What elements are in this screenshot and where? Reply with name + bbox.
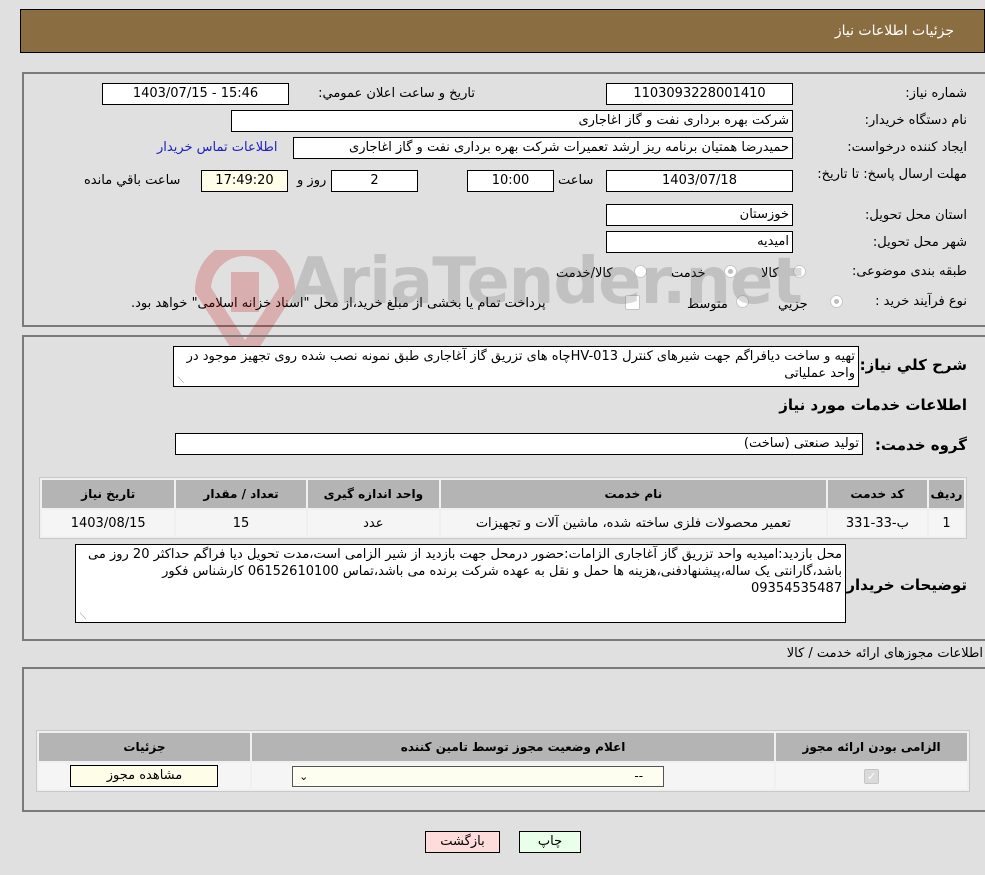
category-radio-service[interactable] [724,265,737,278]
need-number-label: شماره نياز: [905,86,967,101]
remaining-time-label: ساعت باقي مانده [84,173,181,188]
days-remaining-field: 2 [331,170,418,192]
permit-required-checkbox: ✓ [864,768,880,784]
need-number-field: 1103093228001410 [606,83,793,105]
cell-service-name: تعمیر محصولات فلزی ساخته شده، ماشین آلات… [441,510,826,536]
cell-permit-details: مشاهده مجوز [39,763,250,789]
col-service-name: نام خدمت [441,480,826,508]
buyer-org-field: شرکت بهره برداری نفت و گاز اغاجاری [231,110,793,132]
col-service-code: کد خدمت [827,480,927,508]
page-header: جزئيات اطلاعات نياز [20,9,985,53]
col-need-date: تاريخ نياز [42,480,175,508]
print-button[interactable]: چاپ [519,831,581,853]
announce-date-field: 1403/07/15 - 15:46 [102,83,289,105]
category-label: طبقه بندی موضوعی: [851,264,967,279]
col-unit: واحد اندازه گيری [307,480,439,508]
city-label: شهر محل تحويل: [872,235,967,250]
page-title: جزئيات اطلاعات نياز [834,23,954,39]
buyer-contact-link[interactable]: اطلاعات تماس خريدار [157,140,277,155]
view-permit-button[interactable]: مشاهده مجوز [70,765,219,787]
cell-permit-status: -- ⌄ [251,763,775,789]
service-group-label: گروه خدمت: [874,436,967,454]
process-radio-minor[interactable] [830,295,843,308]
category-radio-goods[interactable] [793,265,806,278]
requester-label: ايجاد کننده درخواست: [847,140,967,155]
province-field: خوزستان [606,204,793,226]
buyer-notes-label: توضيحات خريدار: [840,576,967,594]
process-type-label: نوع فرآيند خريد : [875,294,967,309]
category-option-service: خدمت [671,266,706,281]
cell-need-date: 1403/08/15 [42,510,175,536]
service-group-field: تولید صنعتی (ساخت) [175,433,863,455]
permit-status-value: -- [634,768,644,783]
process-option-minor: جزيي [778,297,808,312]
deadline-date-field: 1403/07/18 [606,170,793,192]
back-button[interactable]: بازگشت [425,831,500,853]
buyer-notes-textarea[interactable]: محل بازدید:امیدیه واحد تزریق گاز آغاجاری… [75,544,846,623]
services-table: رديف کد خدمت نام خدمت واحد اندازه گيری ت… [39,477,967,539]
permit-status-select[interactable]: -- ⌄ [292,765,665,787]
deadline-time-field: 10:00 [467,170,554,192]
permits-section-title: اطلاعات مجوزهای ارائه خدمت / کالا [786,646,983,661]
days-label: روز و [297,173,327,188]
permits-table-wrapper: الزامی بودن ارائه مجوز اعلام وضعيت مجوز … [36,730,970,792]
table-row: 1 ب-33-331 تعمیر محصولات فلزی ساخته شده،… [42,510,964,536]
col-permit-status: اعلام وضعيت مجوز توسط تامين کننده [251,733,775,761]
resize-grip-icon[interactable]: ⟋ [176,377,184,386]
services-table-header: رديف کد خدمت نام خدمت واحد اندازه گيری ت… [42,480,964,508]
chevron-down-icon: ⌄ [299,769,309,783]
requester-field: حمیدرضا همتیان برنامه ریز ارشد تعمیرات ش… [293,137,793,159]
col-permit-details: جزئيات [39,733,250,761]
remaining-time-field: 17:49:20 [201,170,288,192]
description-label: شرح کلي نياز: [859,356,967,374]
col-row-number: رديف [928,480,964,508]
table-row: ✓ -- ⌄ مشاهده مجوز [39,763,967,789]
category-radio-goods-service[interactable] [634,265,647,278]
col-permit-required: الزامی بودن ارائه مجوز [776,733,967,761]
resize-grip-icon[interactable]: ⟋ [78,613,86,622]
city-field: امیدیه [606,231,793,253]
treasury-payment-checkbox[interactable] [625,295,640,310]
category-option-goods-service: کالا/خدمت [556,266,613,281]
services-table-wrapper: رديف کد خدمت نام خدمت واحد اندازه گيری ت… [39,477,967,539]
buyer-notes-text: محل بازدید:امیدیه واحد تزریق گاز آغاجاری… [88,547,842,596]
cell-quantity: 15 [176,510,306,536]
cell-row-number: 1 [928,510,964,536]
permits-table: الزامی بودن ارائه مجوز اعلام وضعيت مجوز … [36,730,970,792]
description-text: تهیه و ساخت دیافراگم جهت شیرهای کنترل HV… [186,349,855,381]
services-section-title: اطلاعات خدمات مورد نياز [779,396,967,414]
cell-unit: عدد [307,510,439,536]
cell-service-code: ب-33-331 [827,510,927,536]
permits-table-header: الزامی بودن ارائه مجوز اعلام وضعيت مجوز … [39,733,967,761]
description-textarea[interactable]: تهیه و ساخت دیافراگم جهت شیرهای کنترل HV… [173,346,859,387]
announce-date-label: تاريخ و ساعت اعلان عمومي: [318,86,475,101]
province-label: استان محل تحويل: [865,208,967,223]
deadline-label: مهلت ارسال پاسخ: تا تاريخ: [817,167,967,182]
process-radio-medium[interactable] [736,295,749,308]
treasury-payment-note: پرداخت تمام يا بخشی از مبلغ خريد،از محل … [131,296,546,311]
deadline-time-label: ساعت [558,173,594,188]
col-quantity: تعداد / مقدار [176,480,306,508]
process-option-medium: متوسط [687,297,728,312]
category-option-goods: کالا [761,266,779,281]
cell-permit-required: ✓ [776,763,967,789]
buyer-org-label: نام دستگاه خريدار: [864,113,967,128]
